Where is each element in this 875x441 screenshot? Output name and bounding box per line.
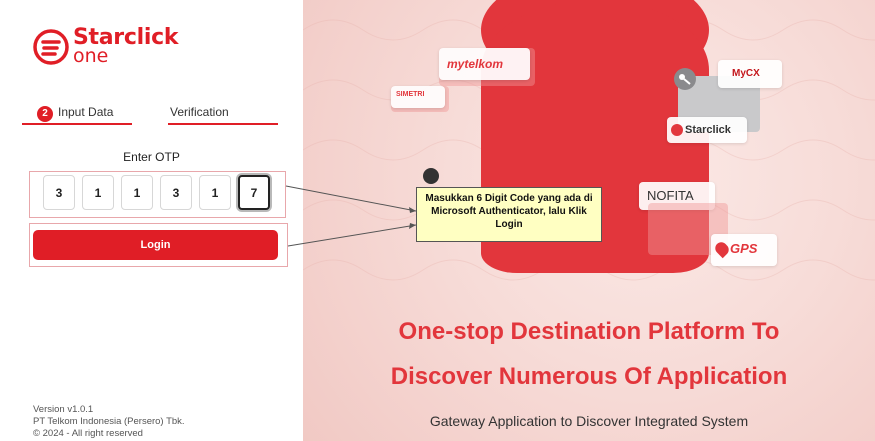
instruction-callout: Masukkan 6 Digit Code yang ada di Micros… bbox=[416, 187, 602, 242]
map-pin-icon bbox=[712, 239, 732, 259]
otp-digit-1[interactable] bbox=[43, 175, 75, 210]
mycx-logo: MyCX bbox=[732, 68, 760, 79]
simetri-card: SIMETRI bbox=[391, 86, 445, 108]
starclick-logo: Starclick one bbox=[33, 27, 178, 66]
key-icon bbox=[674, 68, 696, 90]
starclick-card: Starclick bbox=[667, 117, 747, 143]
mycx-card: MyCX bbox=[718, 60, 782, 88]
starclick-logo-icon bbox=[33, 28, 69, 65]
hero-headline-line1: One-stop Destination Platform To bbox=[398, 318, 780, 345]
hero-headline-line2: Discover Numerous Of Application bbox=[390, 363, 788, 390]
otp-digit-6[interactable] bbox=[238, 175, 270, 210]
otp-digit-4[interactable] bbox=[160, 175, 192, 210]
otp-digit-2[interactable] bbox=[82, 175, 114, 210]
version-text: Version v1.0.1 bbox=[33, 404, 94, 415]
login-panel: Starclick one 2 Input Data Verification … bbox=[0, 0, 303, 441]
step-verification: Verification bbox=[170, 105, 229, 119]
step-number-badge: 2 bbox=[37, 106, 53, 122]
step-input-data: Input Data bbox=[58, 105, 114, 119]
step-verification-underline bbox=[168, 123, 278, 125]
stepper: 2 Input Data Verification bbox=[37, 103, 279, 125]
otp-title: Enter OTP bbox=[123, 150, 180, 164]
gps-logo: GPS bbox=[730, 241, 758, 256]
avatar-dot-icon bbox=[423, 168, 439, 184]
mytelkom-logo: mytelkom bbox=[447, 57, 504, 71]
hero-subheadline: Gateway Application to Discover Integrat… bbox=[429, 413, 749, 429]
gps-card: GPS bbox=[711, 234, 777, 266]
company-text: PT Telkom Indonesia (Persero) Tbk. bbox=[33, 416, 185, 427]
otp-input-group bbox=[43, 175, 270, 210]
nofita-logo: NOFITA bbox=[647, 188, 694, 203]
starclick-app-icon bbox=[671, 124, 683, 136]
footer: Version v1.0.1 PT Telkom Indonesia (Pers… bbox=[33, 404, 185, 440]
simetri-logo: SIMETRI bbox=[396, 91, 425, 98]
starclick-app-logo: Starclick bbox=[685, 124, 731, 136]
step-input-data-underline bbox=[22, 123, 132, 125]
login-button[interactable]: Login bbox=[33, 230, 278, 260]
copyright-text: © 2024 - All right reserved bbox=[33, 428, 143, 439]
otp-digit-5[interactable] bbox=[199, 175, 231, 210]
otp-digit-3[interactable] bbox=[121, 175, 153, 210]
mytelkom-card: mytelkom bbox=[439, 48, 530, 80]
